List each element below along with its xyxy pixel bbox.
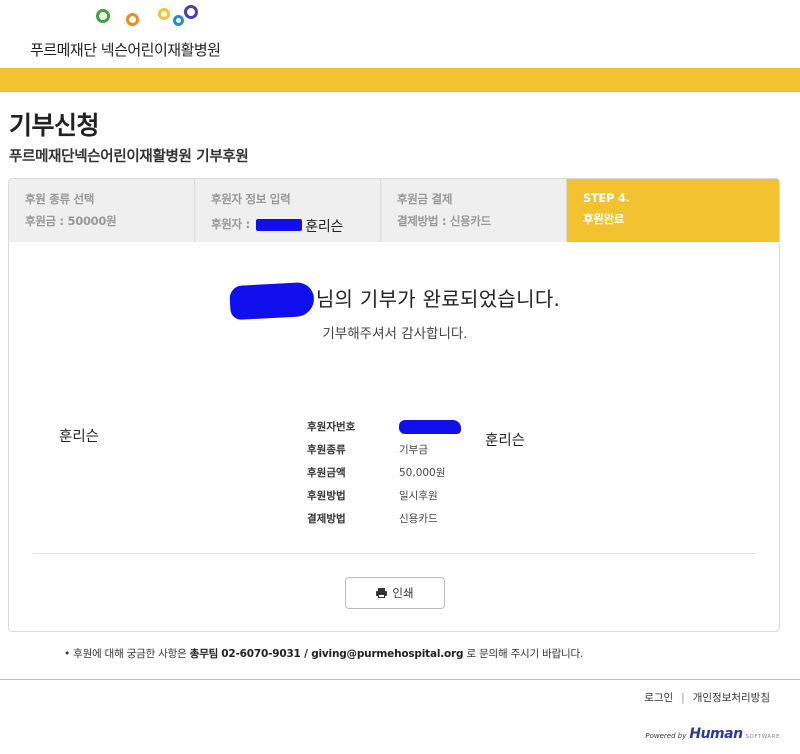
step-3: 후원금 결제 결제방법 : 신용카드 — [381, 179, 567, 242]
redaction-mark — [228, 281, 315, 320]
detail-row: 후원종류 기부금 — [307, 438, 461, 461]
brand-suffix: SOFTWARE — [745, 734, 780, 740]
footer-links: 로그인 | 개인정보처리방침 — [644, 690, 770, 705]
donor-name: 훈리슨 — [305, 219, 344, 235]
step-indicator: 후원 종류 선택 후원금 : 50000원 후원자 정보 입력 후원자 : 훈리… — [9, 179, 779, 242]
detail-row: 후원금액 50,000원 — [307, 461, 461, 484]
step-2: 후원자 정보 입력 후원자 : 훈리슨 — [195, 179, 381, 242]
donation-panel: 후원 종류 선택 후원금 : 50000원 후원자 정보 입력 후원자 : 훈리… — [8, 178, 780, 632]
powered-by-text: Powered by — [645, 732, 687, 740]
detail-label: 후원금액 — [307, 467, 346, 479]
powered-by-badge: Powered by Human SOFTWARE — [645, 726, 780, 742]
donor-name-left: 훈리슨 — [59, 429, 100, 445]
footer-separator: | — [681, 692, 685, 704]
detail-value: 50,000원 — [399, 467, 446, 479]
logo-circles-icon — [96, 5, 236, 31]
step-title: 후원자 정보 입력 — [211, 192, 291, 206]
detail-value — [399, 419, 461, 434]
login-link[interactable]: 로그인 — [644, 692, 673, 704]
step-detail: 후원완료 — [583, 212, 625, 226]
contact-prefix: • 후원에 대해 궁금한 사항은 — [64, 648, 187, 660]
footer-divider — [0, 679, 800, 680]
detail-row: 후원방법 일시후원 — [307, 484, 461, 507]
print-button[interactable]: 인쇄 — [345, 577, 445, 609]
page-subtitle: 푸르메재단넥슨어린이재활병원 기부후원 — [9, 149, 249, 165]
step-detail-label: 후원자 : — [211, 217, 250, 231]
completion-text: 님의 기부가 완료되었습니다. — [315, 287, 561, 311]
detail-value: 신용카드 — [399, 513, 438, 525]
step-4-active: STEP 4. 후원완료 — [567, 179, 779, 242]
divider — [33, 553, 757, 554]
step-title: 후원금 결제 — [397, 192, 453, 206]
privacy-policy-link[interactable]: 개인정보처리방침 — [693, 692, 770, 704]
contact-team: 총무팀 — [189, 648, 219, 660]
donation-details: 후원자번호 후원종류 기부금 후원금액 50,000원 후원방법 일시후원 결제… — [307, 415, 461, 530]
step-1: 후원 종류 선택 후원금 : 50000원 — [9, 179, 195, 242]
step-detail: 후원금 : 50000원 — [25, 214, 117, 228]
header-accent-bar — [0, 68, 800, 92]
completion-message: 님의 기부가 완료되었습니다. 기부해주셔서 감사합니다. — [9, 281, 779, 342]
step-title: 후원 종류 선택 — [25, 192, 95, 206]
donor-name-right: 훈리슨 — [485, 433, 526, 449]
redaction-mark — [255, 218, 302, 231]
printer-icon — [376, 588, 388, 598]
site-header: 푸르메재단 넥슨어린이재활병원 — [0, 0, 800, 68]
detail-label: 후원방법 — [307, 490, 346, 502]
thanks-text: 기부해주셔서 감사합니다. — [322, 325, 468, 342]
site-logo[interactable]: 푸르메재단 넥슨어린이재활병원 — [10, 5, 250, 65]
step-detail: 결제방법 : 신용카드 — [397, 214, 491, 228]
detail-row: 후원자번호 — [307, 415, 461, 438]
step-title: STEP 4. — [583, 191, 630, 205]
contact-phone-email: 02-6070-9031 / giving@purmehospital.org — [221, 648, 464, 660]
contact-info: • 후원에 대해 궁금한 사항은 총무팀 02-6070-9031 / givi… — [64, 646, 583, 661]
detail-value: 기부금 — [399, 444, 428, 456]
detail-label: 후원자번호 — [307, 421, 356, 433]
redaction-mark — [399, 419, 461, 434]
contact-suffix: 로 문의해 주시기 바랍니다. — [466, 648, 584, 660]
print-button-label: 인쇄 — [392, 588, 414, 600]
step-detail: 후원자 : 훈리슨 — [211, 213, 380, 235]
detail-value: 일시후원 — [399, 490, 438, 502]
detail-label: 후원종류 — [307, 444, 346, 456]
human-logo: Human — [689, 726, 743, 742]
detail-label: 결제방법 — [307, 513, 346, 525]
detail-row: 결제방법 신용카드 — [307, 507, 461, 530]
logo-text: 푸르메재단 넥슨어린이재활병원 — [30, 41, 221, 59]
page-title: 기부신청 — [9, 111, 100, 140]
